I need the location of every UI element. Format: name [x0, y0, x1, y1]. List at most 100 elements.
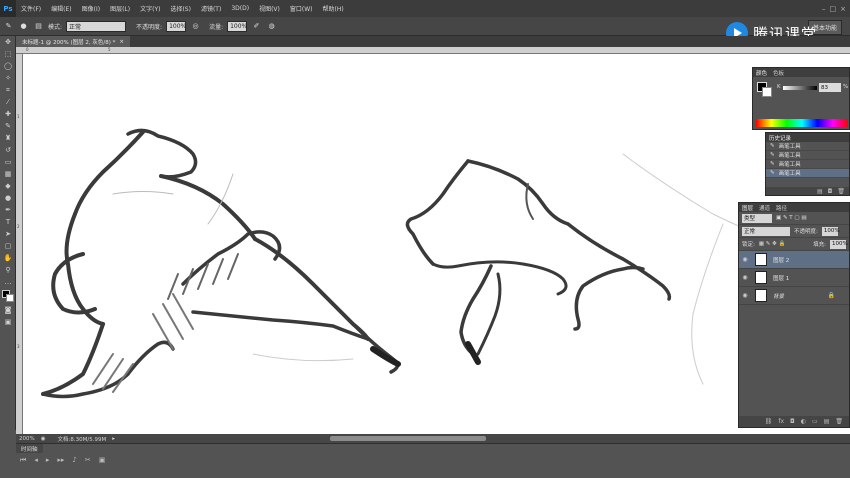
more-tools-icon[interactable]: … — [0, 276, 16, 288]
menu-file[interactable]: 文件(F) — [16, 4, 46, 13]
layer-kind-select[interactable]: 类型 — [742, 213, 772, 223]
new-layer-icon[interactable]: ▤ — [824, 418, 830, 425]
history-item[interactable]: ✎ 画笔工具 — [766, 160, 849, 169]
tab-color[interactable]: 颜色 — [756, 69, 767, 77]
menu-type[interactable]: 文字(Y) — [135, 4, 165, 13]
background-swatch[interactable] — [762, 87, 772, 97]
maximize-icon[interactable]: □ — [830, 5, 837, 13]
history-brush-tool-icon[interactable]: ↺ — [0, 144, 16, 156]
menu-view[interactable]: 视图(V) — [254, 4, 285, 13]
quick-mask-icon[interactable]: ◙ — [0, 304, 16, 316]
new-document-icon[interactable]: ▤ — [817, 188, 823, 195]
close-tab-icon[interactable]: × — [119, 39, 124, 45]
history-item[interactable]: ✎ 画笔工具 — [766, 151, 849, 160]
shape-tool-icon[interactable]: ▢ — [0, 240, 16, 252]
brush-preset-icon[interactable]: ● — [18, 21, 29, 32]
group-icon[interactable]: ▭ — [812, 418, 818, 425]
screen-mode-icon[interactable]: ▣ — [0, 316, 16, 328]
document-tab[interactable]: 未标题-1 @ 200% (图层 2, 灰色/8) * × — [16, 36, 130, 47]
history-item[interactable]: ✎ 画笔工具 — [766, 142, 849, 151]
menu-3d[interactable]: 3D(D) — [226, 5, 254, 12]
menu-filter[interactable]: 滤镜(T) — [196, 4, 226, 13]
snapshot-icon[interactable]: ◘ — [828, 188, 833, 195]
menu-help[interactable]: 帮助(H) — [318, 4, 349, 13]
gradient-tool-icon[interactable]: ▦ — [0, 168, 16, 180]
eye-icon[interactable]: ◉ — [739, 274, 751, 281]
healing-tool-icon[interactable]: ✚ — [0, 108, 16, 120]
close-icon[interactable]: × — [840, 5, 846, 13]
split-icon[interactable]: ✂ — [85, 456, 91, 467]
background-color-swatch[interactable] — [6, 294, 14, 302]
tab-layers[interactable]: 图层 — [742, 204, 753, 212]
eraser-tool-icon[interactable]: ▭ — [0, 156, 16, 168]
mask-icon[interactable]: ◘ — [790, 418, 795, 425]
delete-icon[interactable]: 🗑 — [837, 188, 845, 195]
adjustment-icon[interactable]: ◐ — [801, 418, 806, 425]
pen-tool-icon[interactable]: ✒ — [0, 204, 16, 216]
zoom-level[interactable]: 200% — [19, 436, 35, 442]
mode-select[interactable]: 正常 — [66, 20, 127, 32]
tab-swatches[interactable]: 色板 — [773, 69, 784, 77]
brush-tool-icon[interactable]: ✎ — [0, 120, 16, 132]
layer-opacity-field[interactable]: 100% — [821, 226, 840, 236]
pressure-size-icon[interactable]: ◍ — [266, 21, 277, 32]
k-value-field[interactable]: 83 — [819, 83, 841, 92]
next-frame-icon[interactable]: ▸▸ — [57, 456, 64, 467]
stamp-tool-icon[interactable]: ♜ — [0, 132, 16, 144]
brush-tool-icon[interactable]: ✎ — [3, 21, 14, 32]
minimize-icon[interactable]: – — [822, 5, 826, 13]
menu-image[interactable]: 图像(I) — [77, 4, 105, 13]
k-slider[interactable] — [783, 86, 817, 90]
marquee-tool-icon[interactable]: ⬚ — [0, 48, 16, 60]
play-icon[interactable]: ▸ — [46, 456, 50, 467]
move-tool-icon[interactable]: ✥ — [0, 36, 16, 48]
timeline-tab[interactable]: 时间轴 — [16, 444, 43, 453]
menu-select[interactable]: 选择(S) — [165, 4, 196, 13]
crop-tool-icon[interactable]: ⌗ — [0, 84, 16, 96]
dodge-tool-icon[interactable]: ● — [0, 192, 16, 204]
status-arrow-icon[interactable]: ▸ — [112, 436, 115, 442]
history-item[interactable]: ✎ 画笔工具 — [766, 169, 849, 178]
horizontal-scrollbar[interactable] — [330, 436, 486, 441]
type-tool-icon[interactable]: T — [0, 216, 16, 228]
blur-tool-icon[interactable]: ◆ — [0, 180, 16, 192]
fill-field[interactable]: 100% — [830, 239, 848, 249]
tab-history[interactable]: 历史记录 — [769, 134, 791, 142]
first-frame-icon[interactable]: ⏮ — [20, 456, 26, 467]
link-icon[interactable]: ⛓ — [765, 418, 773, 425]
eye-icon[interactable]: ◉ — [739, 292, 751, 299]
transition-icon[interactable]: ▣ — [99, 456, 106, 467]
menu-window[interactable]: 窗口(W) — [285, 4, 318, 13]
menu-edit[interactable]: 编辑(E) — [46, 4, 76, 13]
filter-icons[interactable]: ▣ ✎ T ▢ ▤ — [776, 215, 807, 221]
eye-icon[interactable]: ◉ — [739, 256, 751, 263]
flow-field[interactable]: 100% — [227, 20, 247, 32]
color-swatches[interactable] — [0, 288, 15, 304]
quick-select-tool-icon[interactable]: ✧ — [0, 72, 16, 84]
lock-icons[interactable]: ▦ ✎ ✥ 🔒 — [759, 241, 786, 247]
prev-frame-icon[interactable]: ◂ — [34, 456, 38, 467]
fx-icon[interactable]: fx — [778, 418, 784, 425]
delete-layer-icon[interactable]: 🗑 — [835, 418, 843, 425]
layer-row[interactable]: ◉ 图层 2 — [739, 251, 849, 269]
eyedropper-tool-icon[interactable]: ⁄ — [0, 96, 16, 108]
zoom-tool-icon[interactable]: ⚲ — [0, 264, 16, 276]
menu-layer[interactable]: 图层(L) — [105, 4, 135, 13]
document-canvas[interactable] — [23, 54, 850, 434]
brush-panel-icon[interactable]: ▤ — [33, 21, 44, 32]
layer-row[interactable]: ◉ 图层 1 — [739, 269, 849, 287]
tab-channels[interactable]: 通道 — [759, 204, 770, 212]
path-select-tool-icon[interactable]: ➤ — [0, 228, 16, 240]
tab-paths[interactable]: 路径 — [776, 204, 787, 212]
opacity-field[interactable]: 100% — [166, 20, 186, 32]
pressure-opacity-icon[interactable]: ◎ — [190, 21, 201, 32]
layer-row[interactable]: ◉ 背景 🔒 — [739, 287, 849, 305]
audio-icon[interactable]: ♪ — [72, 456, 76, 467]
photoshop-logo[interactable]: Ps — [0, 0, 16, 17]
status-menu-icon[interactable]: ◉ — [41, 436, 46, 442]
hand-tool-icon[interactable]: ✋ — [0, 252, 16, 264]
lasso-tool-icon[interactable]: ◯ — [0, 60, 16, 72]
airbrush-icon[interactable]: ✐ — [251, 21, 262, 32]
color-spectrum[interactable] — [756, 119, 848, 127]
blend-mode-select[interactable]: 正常 — [742, 226, 790, 236]
